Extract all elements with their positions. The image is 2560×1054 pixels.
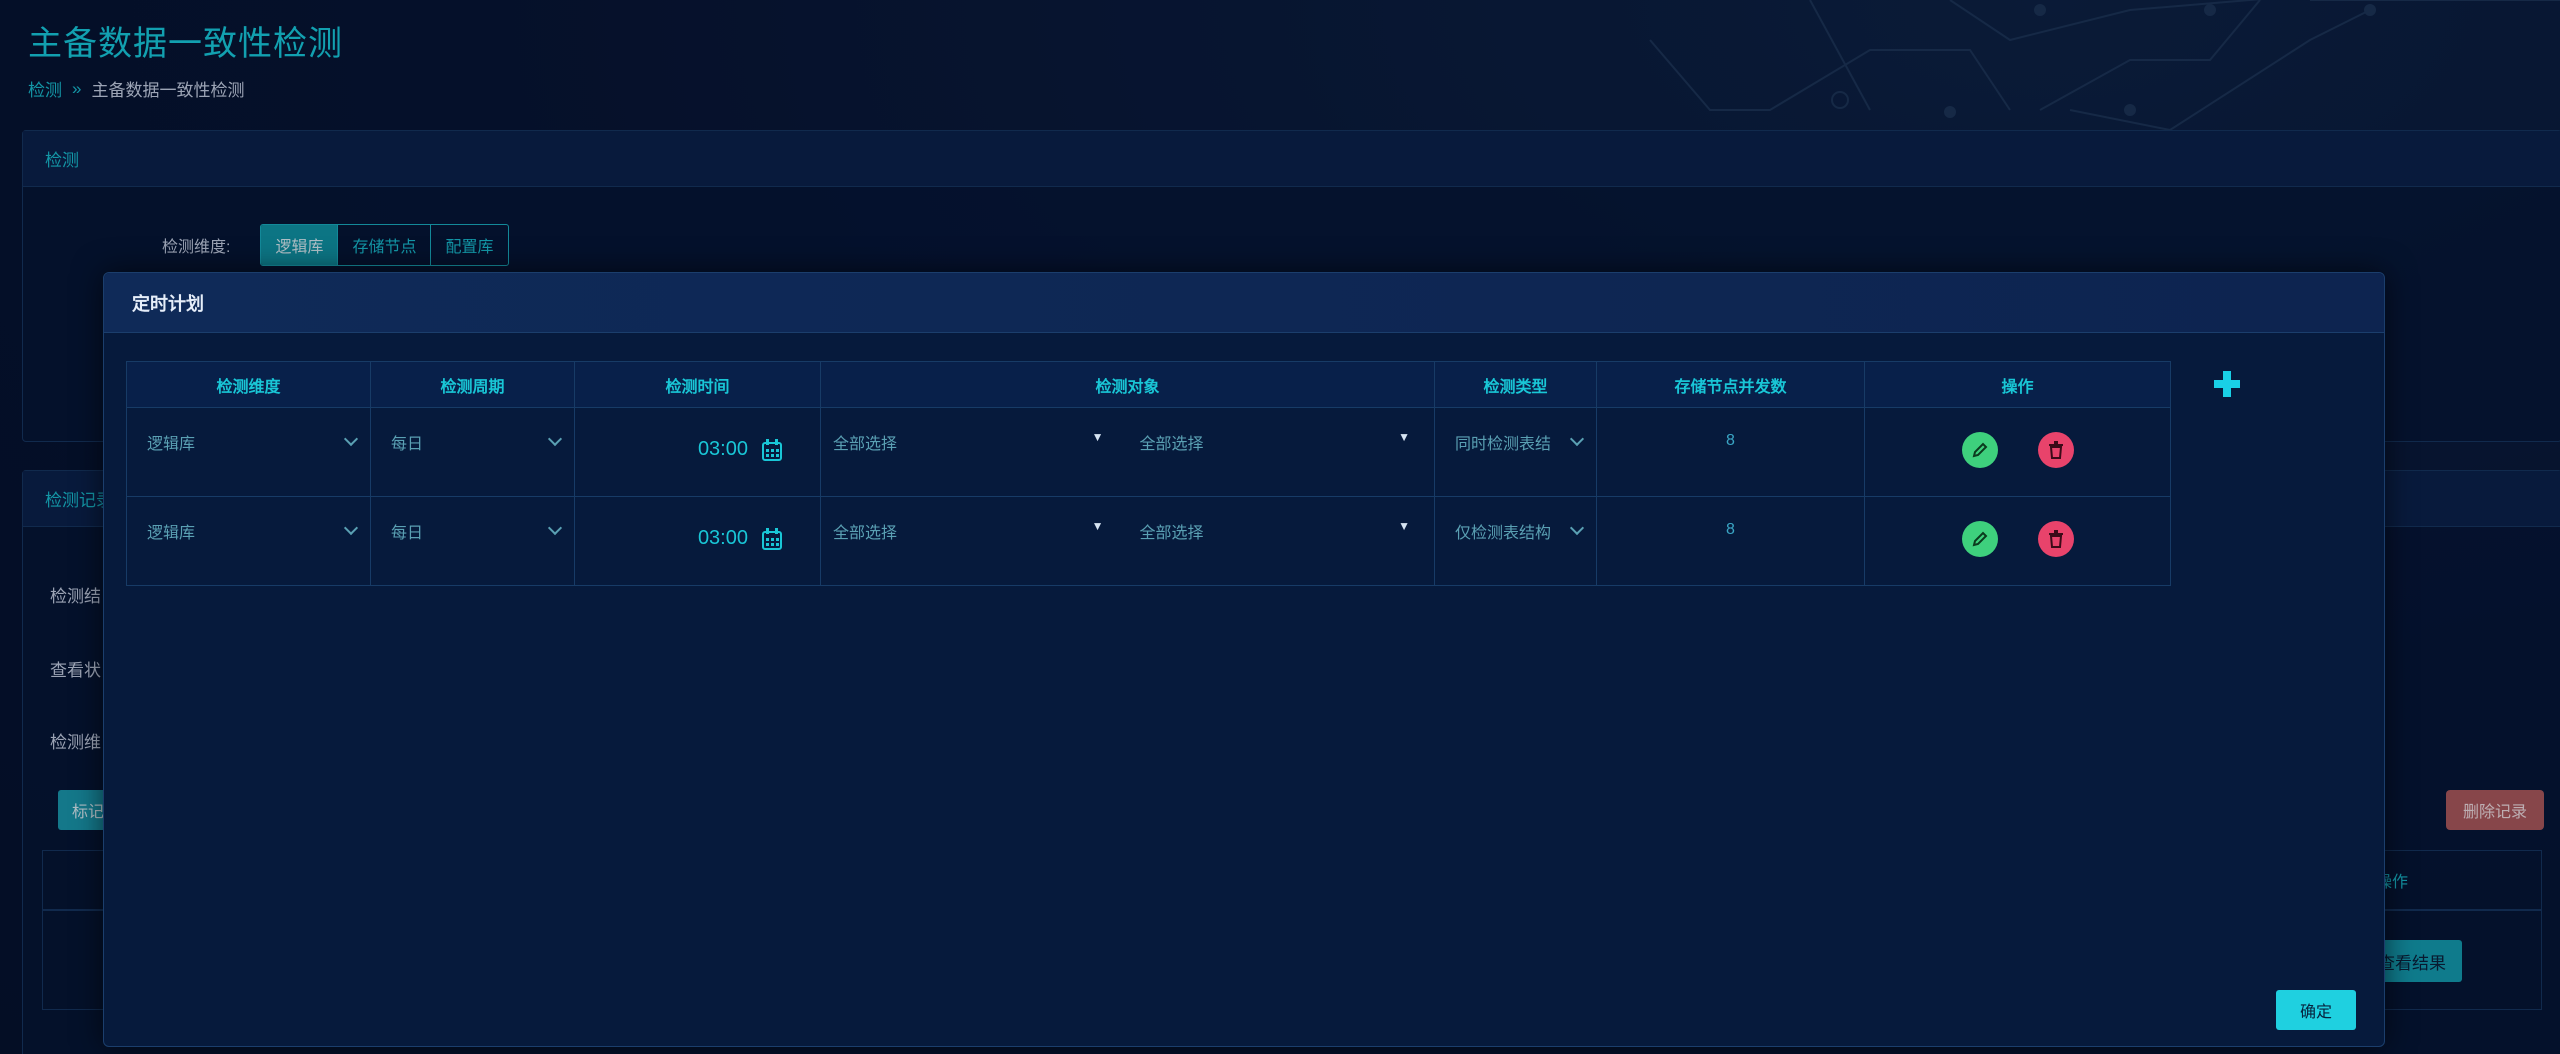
table-row: 逻辑库 每日 03:00 全部选择 ▼ [126,496,2171,586]
chevron-down-icon [547,431,563,447]
dimension-select[interactable]: 逻辑库 [147,430,362,454]
app-page: 主备数据一致性检测 检测 » 主备数据一致性检测 检测 检测维度: 逻辑库 存储… [0,0,2560,1054]
object-select-b[interactable]: 全部选择 ▼ [1116,430,1423,454]
edit-button[interactable] [1961,432,1998,468]
delete-button[interactable] [2037,521,2074,557]
chevron-down-icon [547,520,563,536]
object-selects: 全部选择 ▼ 全部选择 ▼ [833,430,1422,454]
schedule-table-header: 检测维度 检测周期 检测时间 检测对象 检测类型 存储节点并发数 操作 [126,361,2171,408]
pencil-icon [1972,442,1987,458]
col-header-dimension: 检测维度 [126,361,371,408]
object-selects: 全部选择 ▼ 全部选择 ▼ [833,519,1422,543]
caret-down-icon: ▼ [1091,430,1104,444]
time-picker[interactable]: 03:00 [698,438,782,461]
object-select-a-value: 全部选择 [833,436,898,453]
type-select-value: 仅检测表结构 [1455,525,1552,542]
col-header-time: 检测时间 [574,361,821,408]
concurrency-value: 8 [1726,521,1735,538]
pencil-icon [1972,531,1987,547]
chevron-down-icon [1569,431,1585,447]
type-select[interactable]: 同时检测表结 [1455,430,1588,454]
object-select-a[interactable]: 全部选择 ▼ [833,430,1116,454]
calendar-icon[interactable] [762,527,782,550]
chevron-down-icon [1569,520,1585,536]
dimension-select-value: 逻辑库 [147,525,196,542]
col-header-concurrency: 存储节点并发数 [1596,361,1865,408]
object-select-b-value: 全部选择 [1139,525,1204,542]
object-select-b-value: 全部选择 [1139,436,1204,453]
col-header-type: 检测类型 [1434,361,1597,408]
col-header-actions: 操作 [1864,361,2171,408]
caret-down-icon: ▼ [1398,519,1410,533]
caret-down-icon: ▼ [1398,430,1410,444]
time-value: 03:00 [697,438,748,460]
confirm-button[interactable]: 确定 [2276,990,2356,1030]
chevron-down-icon [343,431,359,447]
trash-icon [2048,530,2063,548]
period-select[interactable]: 每日 [391,430,566,454]
col-header-period: 检测周期 [370,361,575,408]
caret-down-icon: ▼ [1091,519,1104,533]
dimension-select[interactable]: 逻辑库 [147,519,362,543]
concurrency-value: 8 [1726,432,1735,449]
row-actions [1865,432,2170,468]
period-select-value: 每日 [391,436,424,453]
time-value: 03:00 [697,527,748,549]
row-actions [1865,521,2170,557]
trash-icon [2048,441,2063,459]
col-header-object: 检测对象 [820,361,1435,408]
dimension-select-value: 逻辑库 [147,436,196,453]
chevron-down-icon [343,520,359,536]
table-row: 逻辑库 每日 03:00 全部选择 ▼ [126,407,2171,497]
edit-button[interactable] [1961,521,1998,557]
calendar-icon[interactable] [762,438,782,461]
object-select-b[interactable]: 全部选择 ▼ [1116,519,1423,543]
modal-title: 定时计划 [104,273,2384,333]
period-select[interactable]: 每日 [391,519,566,543]
object-select-a-value: 全部选择 [833,525,898,542]
time-picker[interactable]: 03:00 [698,527,782,550]
type-select-value: 同时检测表结 [1455,436,1552,453]
object-select-a[interactable]: 全部选择 ▼ [833,519,1116,543]
type-select[interactable]: 仅检测表结构 [1455,519,1588,543]
delete-button[interactable] [2037,432,2074,468]
plus-icon[interactable] [2212,369,2242,399]
period-select-value: 每日 [391,525,424,542]
schedule-modal: 定时计划 检测维度 检测周期 检测时间 检测对象 检测类型 存储节点并发数 操作 [103,272,2385,1047]
schedule-table: 检测维度 检测周期 检测时间 检测对象 检测类型 存储节点并发数 操作 逻辑库 [126,361,2171,586]
